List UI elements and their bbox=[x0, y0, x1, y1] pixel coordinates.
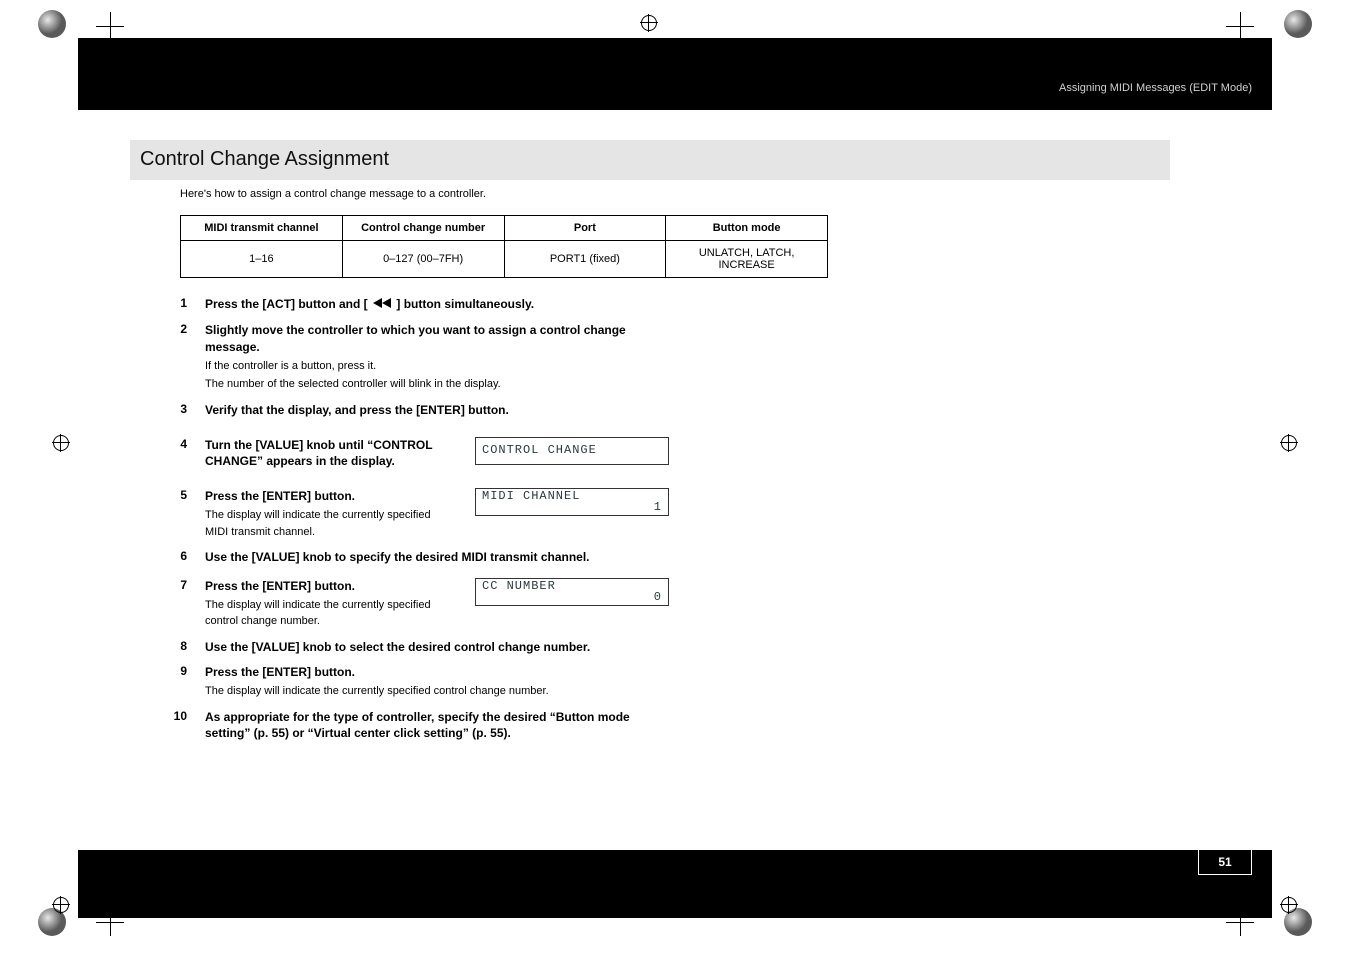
table-row: MIDI transmit channel Control change num… bbox=[181, 216, 828, 241]
section-title: Control Change Assignment bbox=[140, 148, 1160, 171]
running-header: Assigning MIDI Messages (EDIT Mode) bbox=[1059, 82, 1252, 94]
th-button-mode: Button mode bbox=[666, 216, 828, 241]
td-midi-channel: 1–16 bbox=[181, 241, 343, 278]
footer-blackbar bbox=[78, 850, 1272, 918]
step-title: Press the [ENTER] button. bbox=[205, 578, 435, 595]
step-title-a: Press the [ACT] button and [ bbox=[205, 297, 368, 311]
intro-text: Here's how to assign a control change me… bbox=[180, 188, 486, 200]
step-7: 7 Press the [ENTER] button. The display … bbox=[165, 578, 845, 630]
step-title: Use the [VALUE] knob to select the desir… bbox=[205, 640, 590, 654]
header-blackbar bbox=[78, 38, 1272, 110]
step-number: 9 bbox=[165, 664, 187, 699]
steps-list: 1 Press the [ACT] button and [ ] button … bbox=[165, 287, 845, 742]
lcd-line1: CC NUMBER bbox=[482, 581, 662, 592]
registration-icon bbox=[52, 434, 70, 452]
rewind-icon bbox=[373, 296, 391, 313]
td-port: PORT1 (fixed) bbox=[504, 241, 666, 278]
print-ball-tr bbox=[1284, 10, 1312, 38]
cropmark-icon bbox=[1226, 12, 1254, 40]
step-number: 8 bbox=[165, 639, 187, 656]
registration-icon bbox=[640, 14, 658, 32]
lcd-line1: MIDI CHANNEL bbox=[482, 491, 662, 502]
print-ball-tl bbox=[38, 10, 66, 38]
section-heading: Control Change Assignment bbox=[130, 140, 1170, 180]
registration-icon bbox=[1280, 434, 1298, 452]
step-subtext: The number of the selected controller wi… bbox=[205, 376, 645, 393]
step-title-b: ] button simultaneously. bbox=[396, 297, 534, 311]
table-row: 1–16 0–127 (00–7FH) PORT1 (fixed) UNLATC… bbox=[181, 241, 828, 278]
th-midi-channel: MIDI transmit channel bbox=[181, 216, 343, 241]
lcd-display: CC NUMBER 0 bbox=[475, 578, 669, 606]
step-3: 3 Verify that the display, and press the… bbox=[165, 402, 845, 419]
step-2: 2 Slightly move the controller to which … bbox=[165, 322, 845, 393]
print-ball-bl bbox=[38, 908, 66, 936]
step-title: Press the [ACT] button and [ ] button si… bbox=[205, 297, 534, 311]
cropmark-icon bbox=[96, 12, 124, 40]
step-number: 2 bbox=[165, 322, 187, 393]
lcd-value: 1 bbox=[482, 502, 662, 513]
step-title: Turn the [VALUE] knob until “CONTROL CHA… bbox=[205, 437, 435, 471]
lcd-display: CONTROL CHANGE bbox=[475, 437, 669, 465]
step-5: 5 Press the [ENTER] button. The display … bbox=[165, 488, 845, 540]
td-button-mode: UNLATCH, LATCH, INCREASE bbox=[666, 241, 828, 278]
step-title: Slightly move the controller to which yo… bbox=[205, 322, 645, 356]
step-number: 10 bbox=[165, 709, 187, 743]
step-title: As appropriate for the type of controlle… bbox=[205, 709, 645, 743]
step-1: 1 Press the [ACT] button and [ ] button … bbox=[165, 296, 845, 313]
lcd-value: 0 bbox=[482, 592, 662, 603]
step-title: Use the [VALUE] knob to specify the desi… bbox=[205, 550, 590, 564]
step-8: 8 Use the [VALUE] knob to select the des… bbox=[165, 639, 845, 656]
step-subtext: The display will indicate the currently … bbox=[205, 597, 435, 630]
th-cc-number: Control change number bbox=[342, 216, 504, 241]
step-4: 4 Turn the [VALUE] knob until “CONTROL C… bbox=[165, 437, 845, 471]
step-number: 4 bbox=[165, 437, 187, 471]
step-9: 9 Press the [ENTER] button. The display … bbox=[165, 664, 845, 699]
step-number: 7 bbox=[165, 578, 187, 630]
step-subtext: If the controller is a button, press it. bbox=[205, 358, 645, 375]
step-number: 5 bbox=[165, 488, 187, 540]
td-cc-number: 0–127 (00–7FH) bbox=[342, 241, 504, 278]
step-number: 1 bbox=[165, 296, 187, 313]
step-title: Press the [ENTER] button. bbox=[205, 488, 435, 505]
step-title: Verify that the display, and press the [… bbox=[205, 403, 509, 417]
page-number: 51 bbox=[1198, 849, 1252, 875]
step-6: 6 Use the [VALUE] knob to specify the de… bbox=[165, 549, 845, 566]
page: Assigning MIDI Messages (EDIT Mode) Cont… bbox=[0, 0, 1350, 954]
th-port: Port bbox=[504, 216, 666, 241]
step-subtext: The display will indicate the currently … bbox=[205, 683, 845, 700]
step-title: Press the [ENTER] button. bbox=[205, 664, 845, 681]
step-number: 6 bbox=[165, 549, 187, 566]
spec-table: MIDI transmit channel Control change num… bbox=[180, 215, 828, 278]
step-number: 3 bbox=[165, 402, 187, 419]
print-ball-br bbox=[1284, 908, 1312, 936]
step-10: 10 As appropriate for the type of contro… bbox=[165, 709, 845, 743]
step-subtext: The display will indicate the currently … bbox=[205, 507, 435, 540]
lcd-line1: CONTROL CHANGE bbox=[482, 445, 662, 456]
lcd-display: MIDI CHANNEL 1 bbox=[475, 488, 669, 516]
